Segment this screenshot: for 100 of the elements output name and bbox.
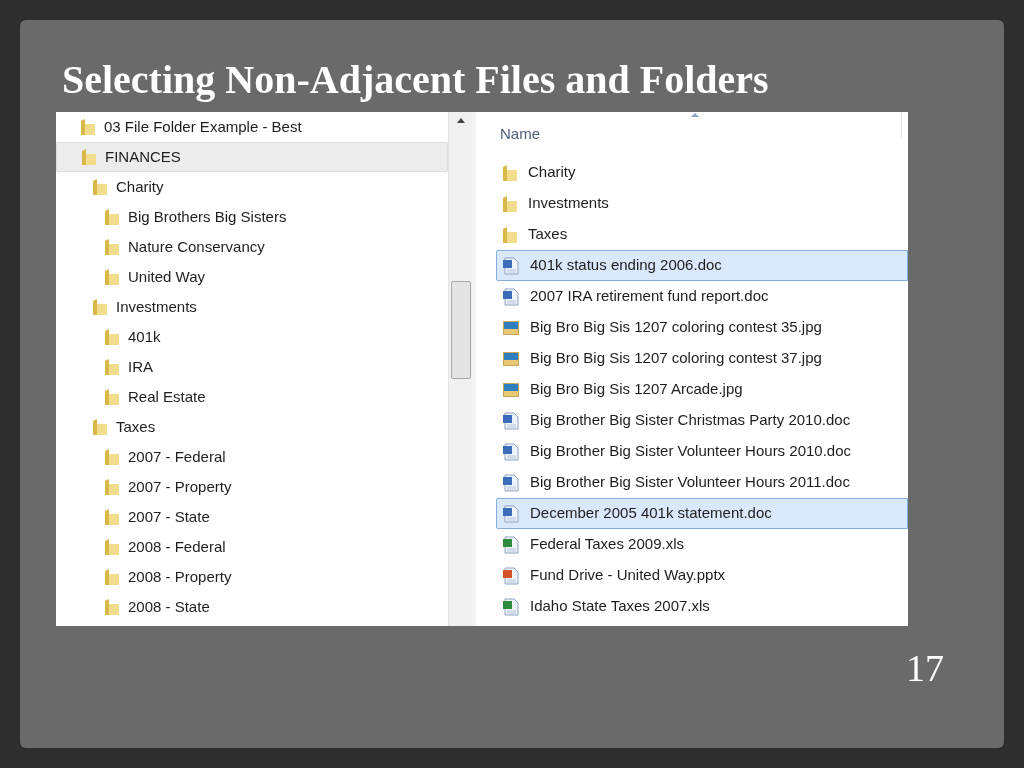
document-icon [502,256,520,275]
column-header[interactable]: Name [500,123,540,146]
file-name: Big Bro Big Sis 1207 coloring contest 37.jpg [530,348,822,369]
document-icon [502,504,520,523]
file-name: 2007 IRA retirement fund report.doc [530,286,769,307]
tree-item-label: 2007 - Federal [128,446,226,467]
tree-item-label: 2007 - State [128,506,210,527]
tree-item[interactable]: 2008 - Property [56,562,448,592]
picture-icon [502,318,520,337]
folder-icon [104,538,120,556]
document-icon [502,597,520,616]
file-item[interactable]: Big Bro Big Sis 1207 coloring contest 35.jpg [476,312,908,343]
tree-item-label: Charity [116,176,164,197]
tree-item[interactable]: Investments [56,292,448,322]
tree-item[interactable]: 2008 - Federal [56,532,448,562]
tree-item[interactable]: Charity [56,172,448,202]
tree-item-label: 2007 - Property [128,476,232,497]
document-icon [502,411,520,430]
tree-item[interactable]: Real Estate [56,382,448,412]
folder-icon [104,268,120,286]
tree-item[interactable]: FINANCES [56,142,448,172]
folder-icon [502,163,518,182]
tree-item-label: FINANCES [105,146,181,167]
slide-number: 17 [906,646,944,691]
file-name: Idaho State Taxes 2007.xls [530,596,710,617]
file-item[interactable]: December 2005 401k statement.doc [496,498,908,529]
file-name: Fund Drive - United Way.pptx [530,565,726,586]
scrollbar-thumb[interactable] [450,281,471,379]
tree-item[interactable]: IRA [56,352,448,382]
tree-item-label: Nature Conservancy [128,236,265,257]
folder-icon [104,328,120,346]
document-icon [502,535,520,554]
tree-item[interactable]: 03 File Folder Example - Best [56,112,448,142]
folder-icon [92,418,108,436]
folder-icon [502,194,518,213]
tree-item[interactable]: Big Brothers Big Sisters [56,202,448,232]
folder-icon [92,298,108,316]
tree-item[interactable]: Taxes [56,412,448,442]
file-item[interactable]: 401k status ending 2006.doc [496,250,908,281]
tree-item-label: 2008 - Property [128,566,232,587]
folder-icon [104,358,120,376]
file-item[interactable]: Big Bro Big Sis 1207 Arcade.jpg [476,374,908,405]
tree-item-label: 401k [128,326,161,347]
file-name: Big Brother Big Sister Christmas Party 2010.doc [530,410,851,431]
tree-item[interactable]: 2007 - Property [56,472,448,502]
folder-icon [104,448,120,466]
file-name: Big Brother Big Sister Volunteer Hours 2011.doc [530,472,850,493]
tree-item-label: Big Brothers Big Sisters [128,206,287,227]
tree-item-label: Taxes [116,416,156,437]
tree-item-label: United Way [128,266,205,287]
tree-item-label: Real Estate [128,386,206,407]
tree-item[interactable]: 2007 - State [56,502,448,532]
file-item[interactable]: Charity [476,157,908,188]
folder-icon [104,388,120,406]
folder-icon [104,478,120,496]
file-name: 401k status ending 2006.doc [530,255,722,276]
tree-item[interactable]: 2008 - State [56,592,448,622]
file-name: Big Bro Big Sis 1207 coloring contest 35.jpg [530,317,822,338]
file-item[interactable]: 2007 IRA retirement fund report.doc [476,281,908,312]
tree-item[interactable]: Nature Conservancy [56,232,448,262]
tree-item-label: IRA [128,356,153,377]
file-item[interactable]: Idaho State Taxes 2007.xls [476,591,908,622]
tree-item[interactable]: 2007 - Federal [56,442,448,472]
file-item[interactable]: Fund Drive - United Way.pptx [476,560,908,591]
folder-icon [92,178,108,196]
document-icon [502,287,520,306]
slide-title: Selecting Non-Adjacent Files and Folders [61,56,770,104]
document-icon [502,442,520,461]
folder-icon [80,118,96,136]
folder-icon [502,225,518,244]
file-item[interactable]: Big Brother Big Sister Volunteer Hours 2011.doc [476,467,908,498]
picture-icon [502,349,520,368]
file-item[interactable]: Big Brother Big Sister Volunteer Hours 2010.doc [476,436,908,467]
tree-item-label: Investments [116,296,197,317]
file-name: Taxes [528,224,568,245]
folder-icon [81,148,97,166]
file-item[interactable]: Investments [476,188,908,219]
sort-arrow-icon [691,113,699,117]
scrollbar[interactable] [448,112,472,626]
file-name: Big Brother Big Sister Volunteer Hours 2010.doc [530,441,851,462]
file-item[interactable]: Taxes [476,219,908,250]
folder-icon [104,598,120,616]
file-name: Big Bro Big Sis 1207 Arcade.jpg [530,379,743,400]
file-item[interactable]: Big Bro Big Sis 1207 coloring contest 37.jpg [476,343,908,374]
tree-item-label: 03 File Folder Example - Best [104,116,302,137]
up-arrow-icon[interactable] [456,118,465,123]
folder-icon [104,568,120,586]
tree-item[interactable]: 401k [56,322,448,352]
file-name: Federal Taxes 2009.xls [530,534,684,555]
file-item[interactable]: Big Brother Big Sister Christmas Party 2010.doc [476,405,908,436]
folder-icon [104,238,120,256]
picture-icon [502,380,520,399]
folder-icon [104,208,120,226]
document-icon [502,566,520,585]
file-item[interactable]: Federal Taxes 2009.xls [476,529,908,560]
tree-item[interactable]: United Way [56,262,448,292]
tree-item-label: 2008 - Federal [128,536,226,557]
file-name: December 2005 401k statement.doc [530,503,772,524]
file-name: Investments [528,193,609,214]
folder-icon [104,508,120,526]
